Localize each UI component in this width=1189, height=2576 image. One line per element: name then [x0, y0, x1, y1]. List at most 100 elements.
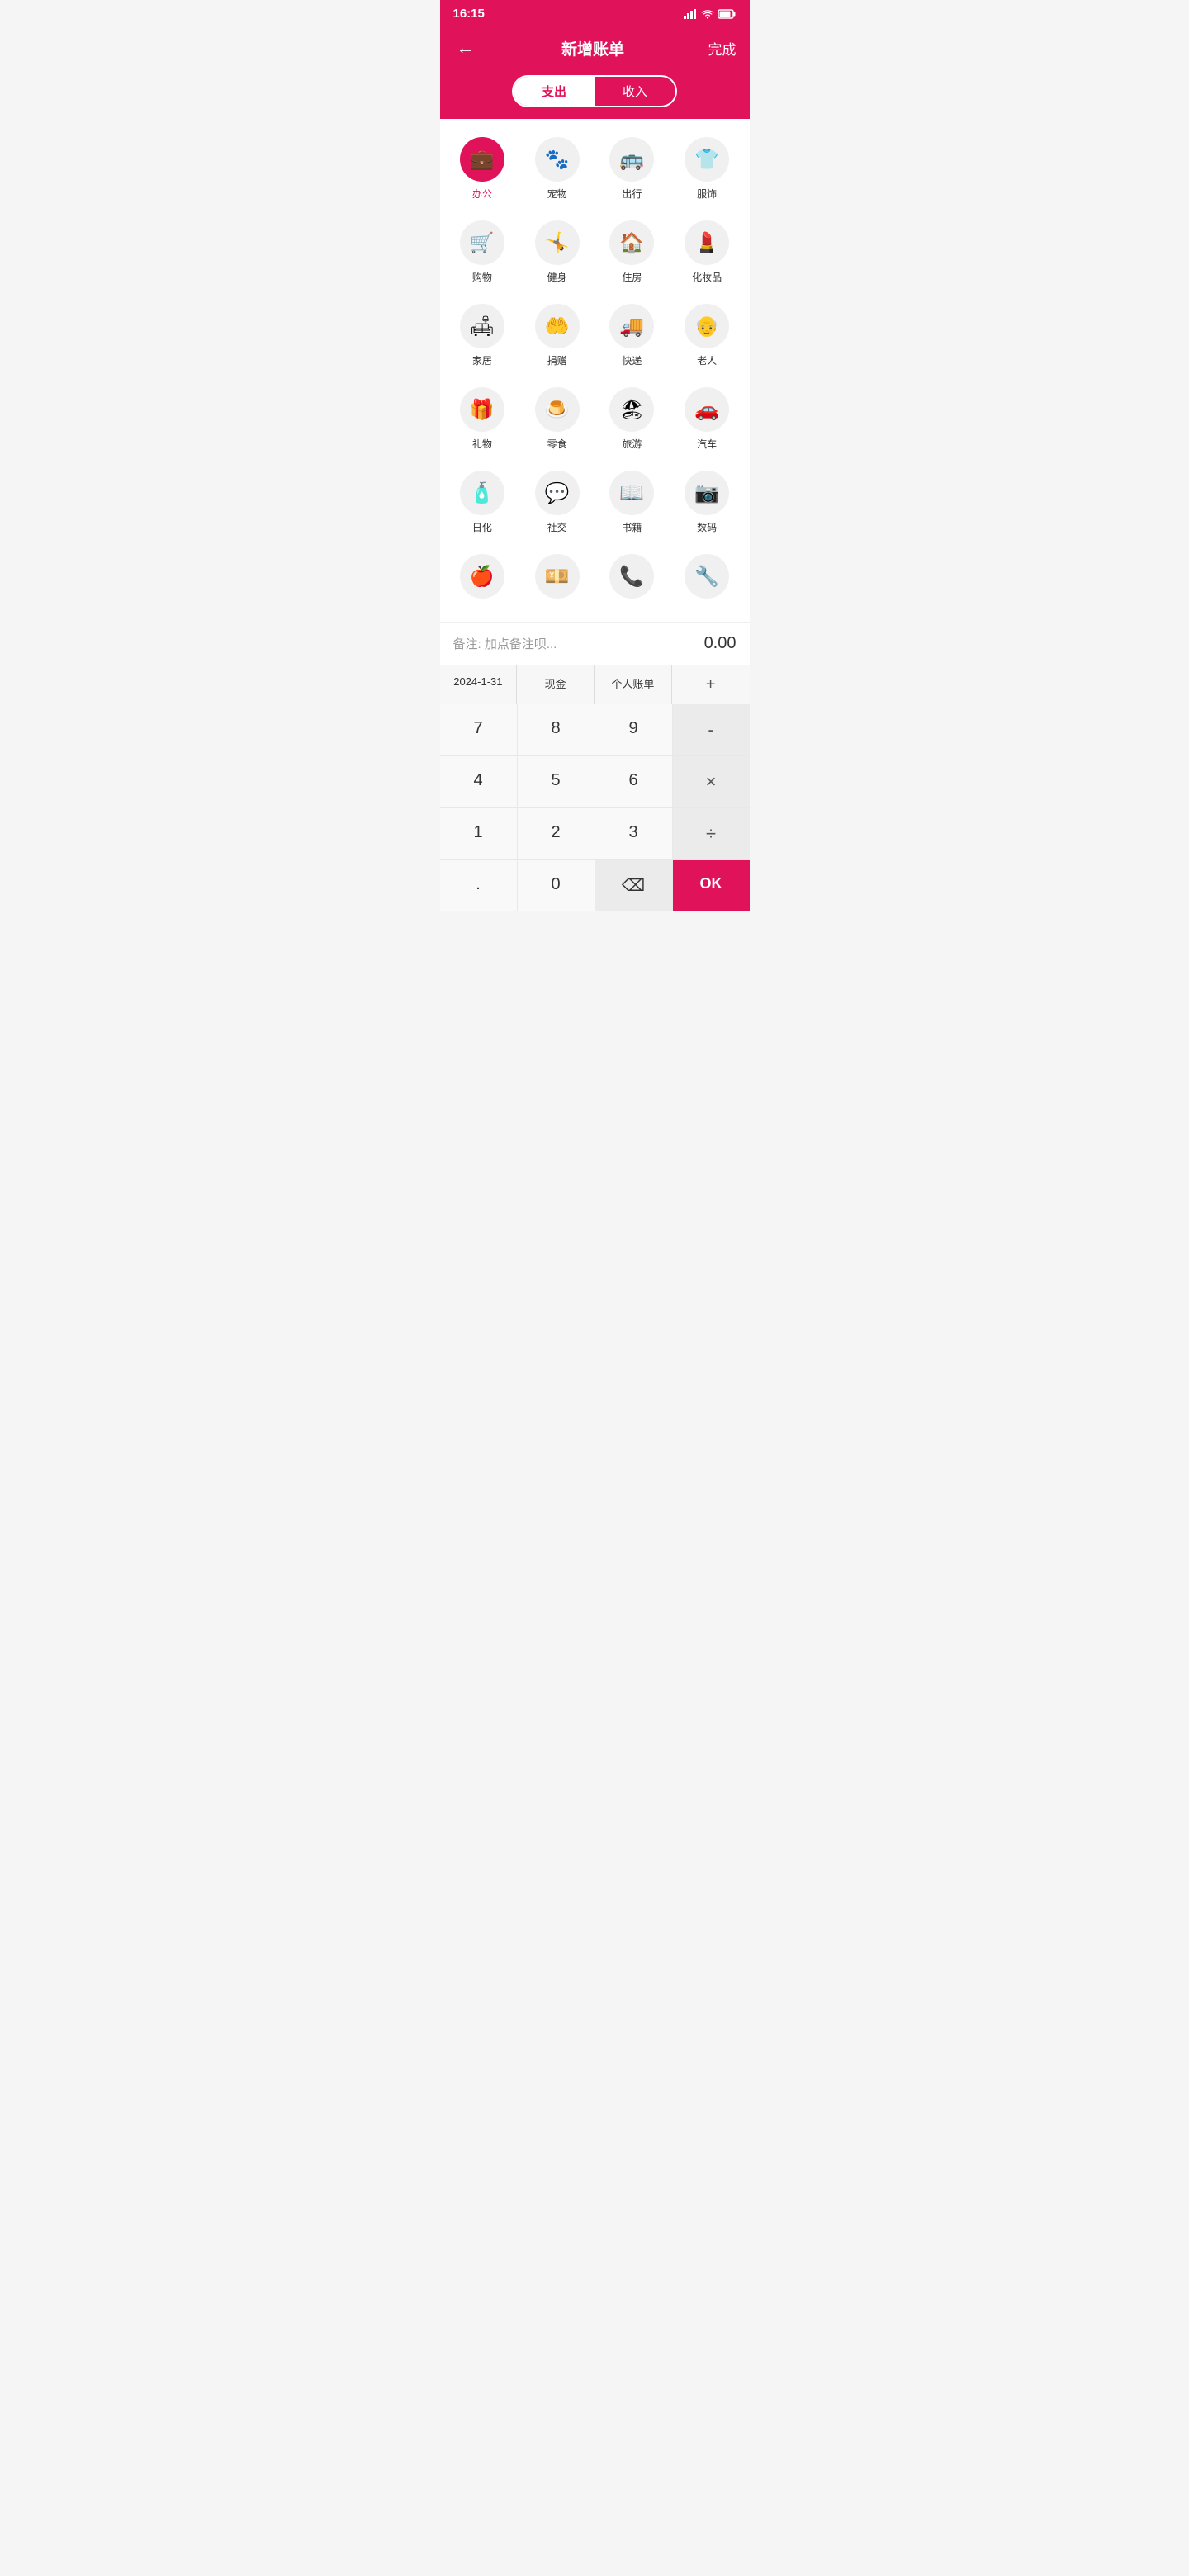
- category-item-shopping[interactable]: 🛒 购物: [447, 212, 519, 292]
- key-9[interactable]: 9: [595, 704, 672, 755]
- category-item-tourism[interactable]: 🏖旅游: [596, 379, 668, 459]
- shopping-icon: 🛒: [460, 220, 504, 265]
- digital-label: 数码: [697, 520, 717, 534]
- category-item-cosmetics[interactable]: 💄化妆品: [671, 212, 743, 292]
- key-dot[interactable]: .: [440, 860, 517, 911]
- pet-label: 宠物: [547, 187, 567, 201]
- key-2[interactable]: 2: [518, 808, 594, 859]
- key-5[interactable]: 5: [518, 756, 594, 807]
- category-item-digital[interactable]: 📷 数码: [671, 462, 743, 542]
- furniture-icon: 🛋: [460, 304, 504, 348]
- phone-icon: 📞: [609, 554, 654, 599]
- wifi-icon: [701, 9, 714, 19]
- social-label: 社交: [547, 520, 567, 534]
- category-item-social[interactable]: 💬 社交: [521, 462, 593, 542]
- donation-icon: 🤲: [535, 304, 580, 348]
- category-item-car[interactable]: 🚗 汽车: [671, 379, 743, 459]
- category-item-daily[interactable]: 🧴日化: [447, 462, 519, 542]
- toolbar-payment[interactable]: 现金: [517, 665, 594, 704]
- key-7[interactable]: 7: [440, 704, 517, 755]
- housing-label: 住房: [622, 270, 642, 284]
- header: ← 新增账单 完成: [440, 24, 750, 75]
- category-item-pet[interactable]: 🐾 宠物: [521, 129, 593, 209]
- key-8[interactable]: 8: [518, 704, 594, 755]
- signal-icon: [684, 9, 697, 19]
- tourism-icon: 🏖: [609, 387, 654, 432]
- digital-icon: 📷: [685, 471, 729, 515]
- key-1[interactable]: 1: [440, 808, 517, 859]
- office-label: 办公: [472, 187, 492, 201]
- key-0[interactable]: 0: [518, 860, 594, 911]
- key-4[interactable]: 4: [440, 756, 517, 807]
- toolbar-account[interactable]: 个人账单: [594, 665, 672, 704]
- fitness-icon: 🤸: [535, 220, 580, 265]
- travel-label: 出行: [622, 187, 642, 201]
- category-item-gift[interactable]: 🎁礼物: [447, 379, 519, 459]
- category-item-food[interactable]: 🍎: [447, 546, 519, 612]
- express-label: 快递: [622, 353, 642, 367]
- category-item-finance[interactable]: 💴: [521, 546, 593, 612]
- status-bar: 16:15: [440, 0, 750, 24]
- snack-icon: 🍮: [535, 387, 580, 432]
- category-item-fitness[interactable]: 🤸 健身: [521, 212, 593, 292]
- key-minus[interactable]: -: [673, 704, 750, 755]
- category-item-books[interactable]: 📖 书籍: [596, 462, 668, 542]
- category-item-phone[interactable]: 📞: [596, 546, 668, 612]
- donation-label: 捐赠: [547, 353, 567, 367]
- tabs-container: 支出 收入: [440, 75, 750, 119]
- furniture-label: 家居: [472, 353, 492, 367]
- travel-icon: 🚌: [609, 137, 654, 182]
- category-item-tools[interactable]: 🔧: [671, 546, 743, 612]
- status-time: 16:15: [453, 7, 485, 21]
- back-button[interactable]: ←: [453, 34, 478, 62]
- food-icon: 🍎: [460, 554, 504, 599]
- tools-icon: 🔧: [685, 554, 729, 599]
- social-icon: 💬: [535, 471, 580, 515]
- tab-expense[interactable]: 支出: [514, 77, 594, 106]
- cosmetics-icon: 💄: [685, 220, 729, 265]
- category-grid: 💼 办公 🐾 宠物 🚌 出行 👕服饰 🛒 购物 🤸 健身 🏠 住房 💄化妆品 🛋 家居 🤲 捐赠 🚚 快递 👴 老人 🎁礼物…: [440, 119, 750, 622]
- category-item-travel[interactable]: 🚌 出行: [596, 129, 668, 209]
- category-item-clothing[interactable]: 👕服饰: [671, 129, 743, 209]
- tab-income[interactable]: 收入: [594, 77, 675, 106]
- daily-label: 日化: [472, 520, 492, 534]
- toolbar-date[interactable]: 2024-1-31: [440, 665, 518, 704]
- key-divide[interactable]: ÷: [673, 808, 750, 859]
- category-item-express[interactable]: 🚚 快递: [596, 296, 668, 376]
- key-3[interactable]: 3: [595, 808, 672, 859]
- shopping-label: 购物: [472, 270, 492, 284]
- notes-area: 备注: 加点备注呗... 0.00: [440, 622, 750, 665]
- car-label: 汽车: [697, 437, 717, 451]
- express-icon: 🚚: [609, 304, 654, 348]
- tabs: 支出 收入: [512, 75, 677, 107]
- key-backspace[interactable]: ⌫: [595, 860, 672, 911]
- elderly-icon: 👴: [685, 304, 729, 348]
- clothing-label: 服饰: [697, 187, 717, 201]
- toolbar-add[interactable]: +: [672, 665, 750, 704]
- books-label: 书籍: [622, 520, 642, 534]
- category-item-snack[interactable]: 🍮 零食: [521, 379, 593, 459]
- finance-icon: 💴: [535, 554, 580, 599]
- numpad: 789- 456× 123÷.0⌫OK: [440, 704, 750, 911]
- gift-label: 礼物: [472, 437, 492, 451]
- category-item-donation[interactable]: 🤲 捐赠: [521, 296, 593, 376]
- housing-icon: 🏠: [609, 220, 654, 265]
- notes-placeholder[interactable]: 备注: 加点备注呗...: [453, 635, 557, 652]
- category-item-furniture[interactable]: 🛋 家居: [447, 296, 519, 376]
- page-title: 新增账单: [561, 37, 624, 59]
- category-item-housing[interactable]: 🏠 住房: [596, 212, 668, 292]
- toolbar-row: 2024-1-31 现金 个人账单 +: [440, 665, 750, 704]
- books-icon: 📖: [609, 471, 654, 515]
- key-6[interactable]: 6: [595, 756, 672, 807]
- pet-icon: 🐾: [535, 137, 580, 182]
- car-icon: 🚗: [685, 387, 729, 432]
- category-item-office[interactable]: 💼 办公: [447, 129, 519, 209]
- elderly-label: 老人: [697, 353, 717, 367]
- done-button[interactable]: 完成: [708, 38, 736, 59]
- office-icon: 💼: [460, 137, 504, 182]
- category-item-elderly[interactable]: 👴 老人: [671, 296, 743, 376]
- key-multiply[interactable]: ×: [673, 756, 750, 807]
- snack-label: 零食: [547, 437, 567, 451]
- fitness-label: 健身: [547, 270, 567, 284]
- key-ok[interactable]: OK: [673, 860, 750, 911]
